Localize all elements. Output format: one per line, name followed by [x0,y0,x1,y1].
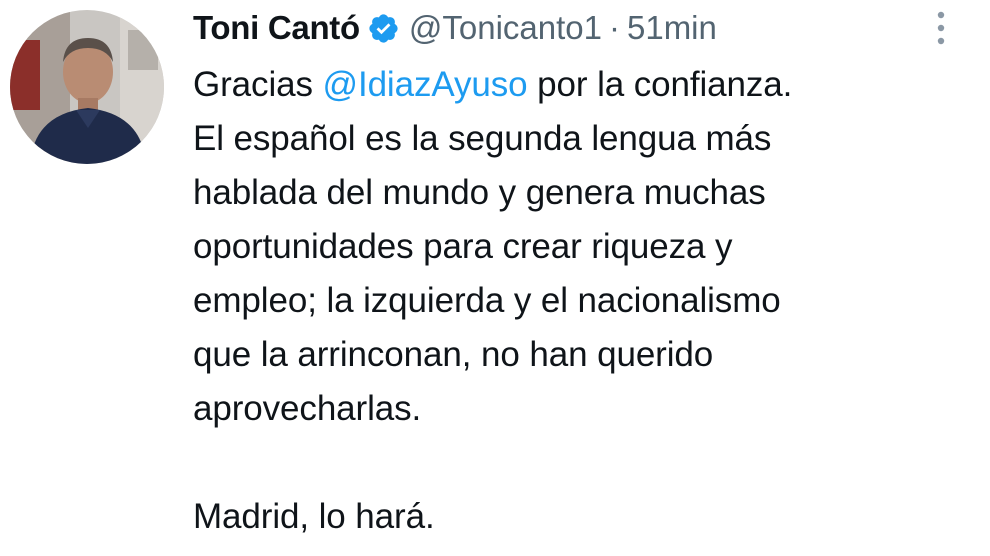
avatar[interactable] [10,10,164,164]
separator-dot: · [608,9,620,46]
tweet-text-segment: Gracias [193,65,323,104]
tweet-header: Toni Cantó @Tonicanto1 · 51min [193,8,717,48]
tweet-line: que la arrinconan, no han querido [193,335,714,374]
mention-link[interactable]: @IdiazAyuso [323,65,528,104]
more-vertical-icon[interactable] [936,10,946,46]
tweet-line: oportunidades para crear riqueza y [193,227,733,266]
tweet-line: El español es la segunda lengua más [193,119,772,158]
tweet-line: Madrid, lo hará. [193,497,435,536]
timestamp[interactable]: 51min [627,9,717,47]
tweet-text: Gracias @IdiazAyuso por la confianza. El… [193,58,953,544]
verified-badge-icon [367,12,400,45]
avatar-image [10,10,164,164]
tweet-line: empleo; la izquierda y el nacionalismo [193,281,781,320]
tweet-line: Gracias @IdiazAyuso por la confianza. [193,58,953,112]
paragraph-break [193,436,953,490]
tweet-line: aprovecharlas. [193,389,422,428]
handle[interactable]: @Tonicanto1 [409,9,602,47]
display-name[interactable]: Toni Cantó [193,9,360,47]
tweet-text-segment: por la confianza. [527,65,793,104]
tweet-line: hablada del mundo y genera muchas [193,173,766,212]
